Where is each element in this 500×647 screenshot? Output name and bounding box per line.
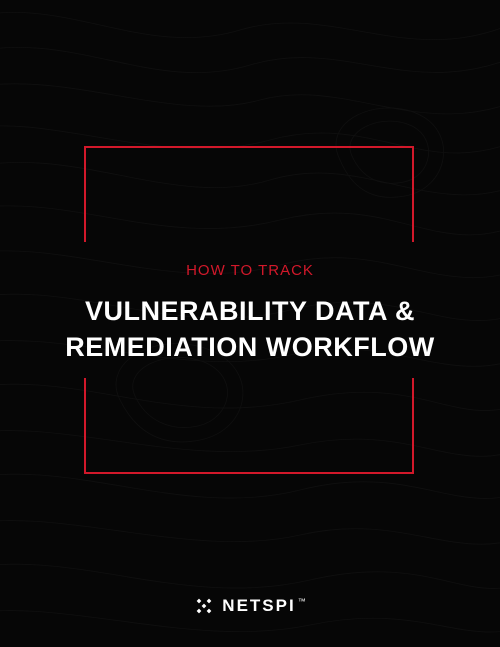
- logo-trademark: ™: [298, 597, 306, 606]
- headline: VULNERABILITY DATA & REMEDIATION WORKFLO…: [0, 293, 500, 366]
- eyebrow-text: HOW TO TRACK: [0, 262, 500, 279]
- headline-line: VULNERABILITY DATA &: [0, 293, 500, 329]
- logo-name: NETSPI: [222, 596, 295, 615]
- headline-line: REMEDIATION WORKFLOW: [0, 329, 500, 365]
- brand-logo: NETSPI™: [0, 596, 500, 621]
- cover-page: HOW TO TRACK VULNERABILITY DATA & REMEDI…: [0, 0, 500, 647]
- title-block: HOW TO TRACK VULNERABILITY DATA & REMEDI…: [0, 262, 500, 366]
- logo-text: NETSPI™: [222, 596, 305, 616]
- netspi-cross-icon: [194, 596, 214, 616]
